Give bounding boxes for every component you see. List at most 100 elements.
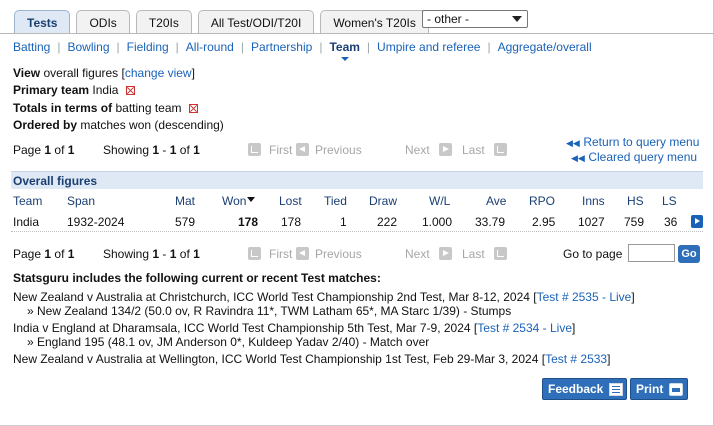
- separator: |: [487, 40, 491, 54]
- tab-odis[interactable]: ODIs: [76, 10, 130, 34]
- tab-tests[interactable]: Tests: [14, 10, 71, 34]
- match-link[interactable]: Test # 2534 - Live: [477, 321, 572, 335]
- col-won-label: Won: [222, 194, 247, 208]
- subnav-batting[interactable]: Batting: [13, 40, 50, 54]
- col-rpo[interactable]: RPO: [529, 194, 555, 208]
- clear-query-link[interactable]: Cleared query menu: [588, 150, 697, 164]
- subnav-team-label: Team: [329, 40, 360, 54]
- match-item: New Zealand v Australia at Christchurch,…: [13, 290, 635, 304]
- last-page-link[interactable]: Last: [462, 143, 485, 157]
- remove-filter-icon[interactable]: [188, 104, 198, 114]
- subnav-partnership[interactable]: Partnership: [251, 40, 312, 54]
- previous-page-icon[interactable]: [296, 143, 309, 156]
- go-button[interactable]: Go: [678, 245, 700, 263]
- bracket-close: ]: [607, 352, 611, 366]
- table-header-row: Team Span Mat Won Lost Tied Draw W/L Ave…: [11, 191, 703, 211]
- subnav-aggregate[interactable]: Aggregate/overall: [498, 40, 592, 54]
- col-team[interactable]: Team: [13, 194, 42, 208]
- primary-team-value: India: [92, 83, 119, 97]
- match-detail: » New Zealand 134/2 (50.0 ov, R Ravindra…: [27, 304, 512, 318]
- cell-ave: 33.79: [475, 215, 506, 229]
- previous-page-link[interactable]: Previous: [315, 143, 362, 157]
- first-page-link[interactable]: First: [269, 143, 292, 157]
- match-text: New Zealand v Australia at Wellington, I…: [13, 352, 539, 366]
- match-link[interactable]: Test # 2535 - Live: [537, 290, 632, 304]
- cell-won: 178: [238, 215, 259, 229]
- col-hs[interactable]: HS: [627, 194, 644, 208]
- tab-all-formats[interactable]: All Test/ODI/T20I: [197, 10, 315, 34]
- showing-indicator: Showing 1 - 1 of 1: [103, 143, 200, 157]
- change-view-link[interactable]: change view: [125, 66, 192, 80]
- totals-value: batting team: [115, 101, 182, 115]
- feedback-label: Feedback: [548, 382, 604, 396]
- first-page-icon[interactable]: [248, 143, 261, 156]
- col-inns[interactable]: Inns: [582, 194, 605, 208]
- chevron-down-icon: [512, 16, 522, 22]
- next-page-icon[interactable]: [439, 247, 452, 260]
- return-to-query-link[interactable]: Return to query menu: [583, 135, 699, 149]
- col-draw[interactable]: Draw: [369, 194, 397, 208]
- row-expand-icon[interactable]: [691, 215, 703, 228]
- col-won[interactable]: Won: [222, 194, 256, 208]
- totals-label: Totals in terms of: [13, 101, 113, 115]
- cell-team[interactable]: India: [13, 215, 39, 229]
- other-format-select[interactable]: - other -: [422, 10, 528, 28]
- last-page-icon[interactable]: [494, 247, 507, 260]
- separator: |: [240, 40, 244, 54]
- tab-t20is[interactable]: T20Is: [135, 10, 192, 34]
- remove-filter-icon[interactable]: [125, 86, 135, 96]
- match-detail: » England 195 (48.1 ov, JM Anderson 0*, …: [27, 335, 430, 349]
- previous-page-link[interactable]: Previous: [315, 247, 362, 261]
- clear-query-row: ◀◀ Cleared query menu: [571, 150, 699, 165]
- bracket-close: ]: [191, 66, 195, 80]
- cell-wl: 1.000: [422, 215, 453, 229]
- page-indicator: Page 1 of 1: [13, 143, 75, 157]
- previous-page-icon[interactable]: [296, 247, 309, 260]
- print-label: Print: [636, 382, 664, 396]
- rewind-icon: ◀◀: [566, 138, 580, 148]
- col-wl[interactable]: W/L: [429, 194, 450, 208]
- col-tied[interactable]: Tied: [324, 194, 347, 208]
- pager-bottom: Page 1 of 1 Showing 1 - 1 of 1 First Pre…: [13, 245, 703, 263]
- subnav-bowling[interactable]: Bowling: [67, 40, 109, 54]
- primary-team-label: Primary team: [13, 83, 90, 97]
- statsguru-title: Statsguru includes the following current…: [13, 271, 381, 285]
- match-text: India v England at Dharamsala, ICC World…: [13, 321, 471, 335]
- last-page-link[interactable]: Last: [462, 247, 485, 261]
- print-button[interactable]: Print: [630, 378, 688, 400]
- match-item: India v England at Dharamsala, ICC World…: [13, 321, 575, 335]
- cell-draw: 222: [377, 215, 398, 229]
- tab-divider: [0, 33, 714, 34]
- col-lost[interactable]: Lost: [279, 194, 302, 208]
- col-ls[interactable]: LS: [662, 194, 677, 208]
- next-page-link[interactable]: Next: [405, 247, 430, 261]
- goto-page-input[interactable]: [628, 244, 675, 262]
- document-icon: [609, 382, 624, 396]
- subnav-fielding[interactable]: Fielding: [127, 40, 169, 54]
- ordered-label: Ordered by: [13, 118, 78, 132]
- feedback-button[interactable]: Feedback: [542, 378, 627, 400]
- first-page-link[interactable]: First: [269, 247, 292, 261]
- next-page-link[interactable]: Next: [405, 143, 430, 157]
- subnav-all-round[interactable]: All-round: [186, 40, 234, 54]
- view-line: View overall figures [change view]: [13, 66, 195, 80]
- cell-ls: 36: [664, 215, 678, 229]
- match-link[interactable]: Test # 2533: [545, 352, 607, 366]
- col-mat[interactable]: Mat: [175, 194, 195, 208]
- cell-inns: 1027: [578, 215, 605, 229]
- subnav-team[interactable]: Team: [329, 40, 360, 61]
- first-page-icon[interactable]: [248, 247, 261, 260]
- table-title: Overall figures: [11, 171, 703, 189]
- bracket-close: ]: [631, 290, 635, 304]
- tab-womens-t20is[interactable]: Women's T20Is: [320, 10, 429, 34]
- last-page-icon[interactable]: [494, 143, 507, 156]
- match-text: New Zealand v Australia at Christchurch,…: [13, 290, 530, 304]
- primary-team-line: Primary team India: [13, 83, 135, 97]
- col-ave[interactable]: Ave: [486, 194, 506, 208]
- next-page-icon[interactable]: [439, 143, 452, 156]
- cell-tied: 1: [340, 215, 347, 229]
- page-indicator: Page 1 of 1: [13, 247, 75, 261]
- subnav-umpire-referee[interactable]: Umpire and referee: [377, 40, 480, 54]
- col-span[interactable]: Span: [67, 194, 95, 208]
- match-item: New Zealand v Australia at Wellington, I…: [13, 352, 610, 366]
